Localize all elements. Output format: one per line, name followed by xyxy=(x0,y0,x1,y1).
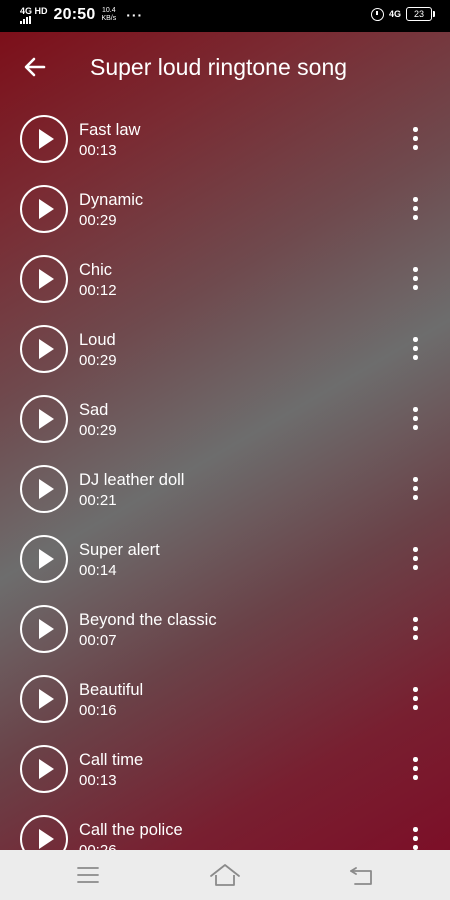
list-item[interactable]: Dynamic 00:29 xyxy=(0,174,450,244)
list-item[interactable]: Call time 00:13 xyxy=(0,734,450,804)
play-icon[interactable] xyxy=(20,535,68,583)
signal-bars xyxy=(20,15,48,24)
song-duration: 00:29 xyxy=(79,422,117,439)
more-vertical-icon[interactable] xyxy=(405,754,425,784)
home-icon[interactable] xyxy=(207,860,243,890)
list-item[interactable]: Call the police 00:26 xyxy=(0,804,450,850)
song-title: Super alert xyxy=(79,541,160,559)
clock: 20:50 xyxy=(53,6,96,23)
play-icon[interactable] xyxy=(20,605,68,653)
song-title: Beautiful xyxy=(79,681,144,699)
song-duration: 00:07 xyxy=(79,632,117,649)
play-icon[interactable] xyxy=(20,815,68,850)
list-item[interactable]: Chic 00:12 xyxy=(0,244,450,314)
play-icon[interactable] xyxy=(20,745,68,793)
list-item[interactable]: Loud 00:29 xyxy=(0,314,450,384)
song-title: Call the police xyxy=(79,821,183,839)
more-vertical-icon[interactable] xyxy=(405,124,425,154)
list-item[interactable]: Sad 00:29 xyxy=(0,384,450,454)
play-icon[interactable] xyxy=(20,115,68,163)
status-bar: 4G HD 20:50 10.4 KB/s ··· 4G 23 xyxy=(0,0,450,32)
more-vertical-icon[interactable] xyxy=(405,684,425,714)
song-title: Sad xyxy=(79,401,109,419)
play-icon[interactable] xyxy=(20,675,68,723)
alarm-icon xyxy=(370,7,384,21)
menu-icon[interactable] xyxy=(70,860,106,890)
network-speed-value: 10.4 xyxy=(102,7,116,14)
cellular-signal-icon: 4G HD xyxy=(20,5,48,24)
list-item[interactable]: Super alert 00:14 xyxy=(0,524,450,594)
song-title: Loud xyxy=(79,331,116,349)
song-title: Beyond the classic xyxy=(79,611,217,629)
song-title: DJ leather doll xyxy=(79,471,185,489)
battery-icon: 23 xyxy=(406,7,435,21)
navigation-bar xyxy=(0,850,450,900)
song-title: Call time xyxy=(79,751,144,769)
app-bar: Super loud ringtone song xyxy=(0,32,450,104)
play-icon[interactable] xyxy=(20,185,68,233)
network-4g-icon: 4G xyxy=(388,9,401,19)
song-title: Chic xyxy=(79,261,113,279)
more-notifications-icon: ··· xyxy=(126,7,144,23)
back-icon[interactable] xyxy=(345,860,381,890)
more-vertical-icon[interactable] xyxy=(405,824,425,850)
song-duration: 00:14 xyxy=(79,562,117,579)
song-duration: 00:13 xyxy=(79,142,117,159)
list-item[interactable]: Beautiful 00:16 xyxy=(0,664,450,734)
more-vertical-icon[interactable] xyxy=(405,544,425,574)
song-duration: 00:29 xyxy=(79,212,117,229)
more-vertical-icon[interactable] xyxy=(405,194,425,224)
song-duration: 00:12 xyxy=(79,282,117,299)
more-vertical-icon[interactable] xyxy=(405,614,425,644)
song-list: Fast law 00:13 Dynamic 00:29 Chic 00:12 Loud 00… xyxy=(0,104,450,850)
list-item[interactable]: Beyond the classic 00:07 xyxy=(0,594,450,664)
network-speed-unit: KB/s xyxy=(101,15,117,22)
more-vertical-icon[interactable] xyxy=(405,404,425,434)
more-vertical-icon[interactable] xyxy=(405,334,425,364)
list-item[interactable]: DJ leather doll 00:21 xyxy=(0,454,450,524)
play-icon[interactable] xyxy=(20,395,68,443)
status-left: 4G HD 20:50 10.4 KB/s ··· xyxy=(20,6,143,24)
status-right: 4G 23 xyxy=(370,7,435,21)
page-title: Super loud ringtone song xyxy=(90,54,348,80)
play-icon[interactable] xyxy=(20,465,68,513)
song-title: Dynamic xyxy=(79,191,144,209)
network-type: 4G HD xyxy=(20,5,48,16)
song-duration: 00:29 xyxy=(79,352,117,369)
network-speed: 10.4 KB/s xyxy=(101,7,116,23)
play-icon[interactable] xyxy=(20,325,68,373)
song-title: Fast law xyxy=(79,121,141,139)
more-vertical-icon[interactable] xyxy=(405,474,425,504)
song-duration: 00:21 xyxy=(79,492,117,509)
more-vertical-icon[interactable] xyxy=(405,264,425,294)
song-duration: 00:16 xyxy=(79,702,117,719)
arrow-left-icon[interactable] xyxy=(22,54,48,80)
song-duration: 00:13 xyxy=(79,772,117,789)
play-icon[interactable] xyxy=(20,255,68,303)
song-duration: 00:26 xyxy=(79,842,117,850)
list-item[interactable]: Fast law 00:13 xyxy=(0,104,450,174)
